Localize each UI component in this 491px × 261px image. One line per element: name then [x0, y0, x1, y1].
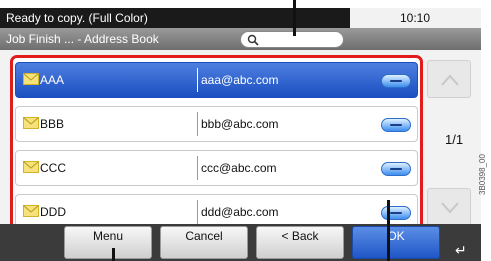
contact-name: BBB	[40, 117, 65, 131]
enter-icon: ↵	[455, 242, 467, 258]
menu-button[interactable]: Menu	[64, 226, 152, 259]
scroll-controls	[427, 60, 471, 235]
detail-button[interactable]	[381, 162, 411, 176]
scroll-down-button[interactable]	[427, 188, 471, 226]
status-text: Ready to copy. (Full Color)	[6, 11, 148, 25]
list-item-aaa[interactable]: AAA aaa@abc.com	[15, 62, 418, 98]
image-id-label: 3B0398_00	[478, 154, 487, 195]
envelope-icon	[23, 117, 39, 129]
page-indicator: 1/1	[445, 132, 464, 147]
back-button[interactable]: < Back	[256, 226, 344, 259]
detail-button[interactable]	[381, 74, 411, 88]
detail-button[interactable]	[381, 206, 411, 220]
callout-line-search	[293, 0, 296, 36]
cancel-button[interactable]: Cancel	[160, 226, 248, 259]
clock: 10:10	[400, 11, 431, 25]
callout-line-detail	[387, 200, 390, 261]
envelope-icon	[23, 161, 39, 173]
status-bar: Ready to copy. (Full Color)	[0, 8, 350, 28]
column-divider	[197, 156, 198, 180]
ok-button[interactable]: OK	[352, 226, 440, 259]
contact-email: ccc@abc.com	[201, 161, 277, 175]
column-divider	[197, 200, 198, 224]
detail-button[interactable]	[381, 118, 411, 132]
contact-email: aaa@abc.com	[201, 73, 279, 87]
search-icon	[247, 34, 259, 46]
envelope-icon	[23, 73, 39, 85]
breadcrumb-text: Job Finish ... - Address Book	[6, 32, 159, 46]
bottom-button-bar: Menu Cancel < Back OK	[0, 224, 481, 261]
contact-email: bbb@abc.com	[201, 117, 279, 131]
contact-name: CCC	[40, 161, 66, 175]
search-input[interactable]	[240, 31, 344, 48]
contact-name: AAA	[40, 73, 65, 87]
list-item-ccc[interactable]: CCC ccc@abc.com	[15, 150, 418, 186]
envelope-icon	[23, 205, 39, 217]
scroll-up-button[interactable]	[427, 60, 471, 98]
address-list: AAA aaa@abc.com BBB bbb@abc.com CCC ccc@…	[10, 55, 423, 235]
column-divider	[197, 112, 198, 136]
column-divider	[197, 68, 198, 92]
chevron-up-icon	[441, 74, 459, 86]
callout-line-menu	[112, 248, 115, 261]
chevron-down-icon	[441, 202, 459, 214]
list-item-bbb[interactable]: BBB bbb@abc.com	[15, 106, 418, 142]
